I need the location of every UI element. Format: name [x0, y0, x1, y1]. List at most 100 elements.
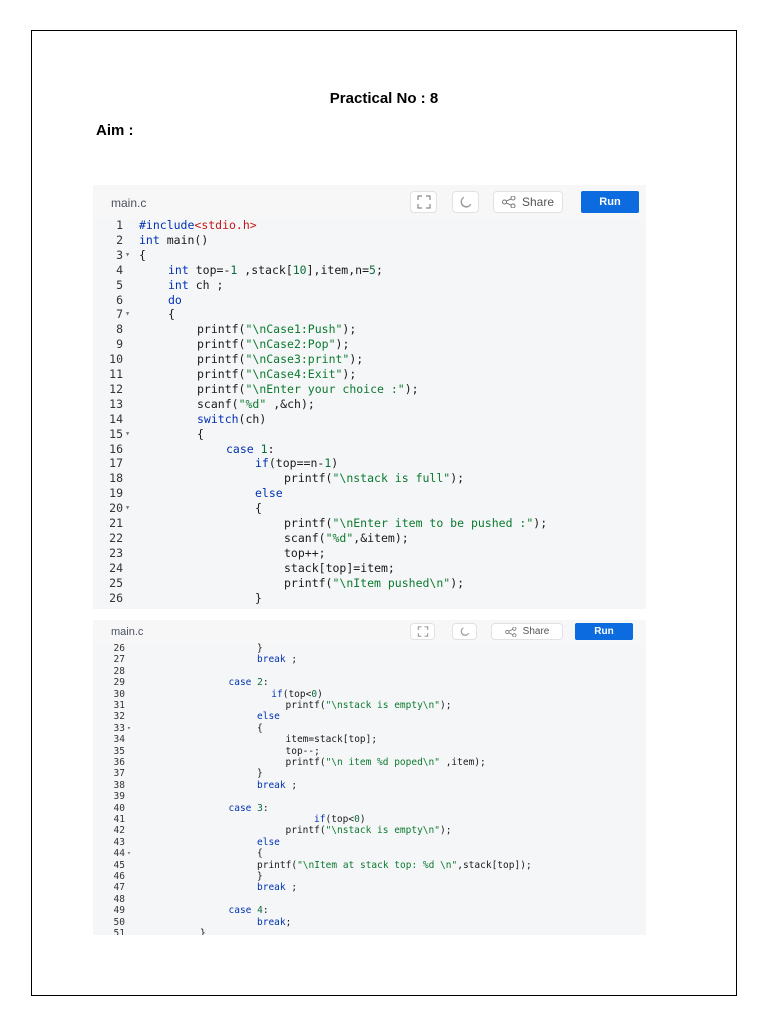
line-number: 29 — [113, 677, 125, 689]
line-number: 8 — [116, 322, 123, 337]
fold-toggle-icon[interactable]: ▾ — [125, 427, 130, 442]
line-number: 48 — [113, 893, 125, 905]
line-number: 35 — [113, 745, 125, 757]
line-number: 15 — [109, 426, 123, 441]
line-number: 39 — [113, 791, 125, 803]
fullscreen-button[interactable] — [410, 623, 435, 640]
code-line: 32 else — [93, 711, 646, 722]
line-number: 14 — [109, 411, 123, 426]
line-number: 20 — [109, 501, 123, 516]
code-text: } — [257, 768, 263, 780]
code-line: 40 case 3: — [93, 803, 646, 814]
code-line: 33 ▾ { — [93, 723, 646, 734]
code-line: 31 printf("\nstack is empty\n"); — [93, 700, 646, 711]
line-number: 49 — [113, 905, 125, 917]
page-title: Practical No : 8 — [329, 90, 439, 107]
line-number: 27 — [113, 654, 125, 666]
code-line: 28 — [93, 666, 646, 677]
code-text: item=stack[top]; — [285, 734, 378, 746]
code-line: 27 break ; — [93, 654, 646, 665]
line-number: 19 — [109, 486, 123, 501]
code-line: 15 ▾ { — [93, 427, 646, 442]
code-text: } — [257, 643, 263, 654]
code-line: 1 #include<stdio.h> — [93, 218, 646, 233]
file-tab[interactable]: main.c — [111, 626, 143, 638]
code-text: printf("\nstack is full"); — [284, 471, 465, 486]
line-number: 40 — [113, 802, 125, 814]
code-line: 7 ▾ { — [93, 307, 646, 322]
fold-toggle-icon[interactable]: ▾ — [125, 501, 130, 516]
line-number: 12 — [109, 381, 123, 396]
code-line: 18 printf("\nstack is full"); — [93, 471, 646, 486]
code-line: 37} — [93, 768, 646, 779]
code-line: 8 printf("\nCase1:Push"); — [93, 322, 646, 337]
code-line: 41 if(top<0) — [93, 814, 646, 825]
code-line: 26} — [93, 591, 646, 606]
code-text: { — [168, 307, 175, 322]
theme-toggle-button[interactable] — [452, 191, 479, 213]
code-line: 42 printf("\nstack is empty\n"); — [93, 825, 646, 836]
fold-toggle-icon[interactable]: ▾ — [127, 723, 131, 734]
line-number: 51 — [113, 928, 125, 935]
code-text: stack[top]=item; — [284, 560, 395, 575]
line-number: 43 — [113, 836, 125, 848]
code-text: { — [139, 247, 146, 262]
line-number: 30 — [113, 688, 125, 700]
line-number: 33 — [113, 722, 125, 734]
line-number: 34 — [113, 734, 125, 746]
line-number: 37 — [113, 768, 125, 780]
share-icon — [501, 196, 516, 208]
code-text: top--; — [285, 745, 320, 757]
line-number: 44 — [113, 848, 125, 860]
code-text: printf("\nstack is empty\n"); — [285, 825, 452, 837]
fold-toggle-icon[interactable]: ▾ — [127, 848, 131, 859]
fold-toggle-icon[interactable]: ▾ — [125, 248, 130, 263]
code-line: 14 switch(ch) — [93, 412, 646, 427]
code-line: 50 break; — [93, 917, 646, 928]
code-line: 16 case 1: — [93, 442, 646, 457]
line-number: 31 — [113, 700, 125, 711]
code-text: scanf("%d" ,&ch); — [197, 396, 315, 411]
run-button[interactable]: Run — [575, 623, 633, 640]
line-number: 18 — [109, 471, 123, 486]
code-text: else — [257, 836, 280, 848]
fullscreen-button[interactable] — [410, 191, 437, 213]
code-text: printf("\nstack is empty\n"); — [285, 700, 452, 711]
moon-icon — [460, 627, 469, 636]
file-tab[interactable]: main.c — [111, 196, 146, 210]
code-text: int top=-1 ,stack[10],item,n=5; — [168, 262, 383, 277]
code-line: 44 ▾ { — [93, 848, 646, 859]
code-line: 38 break ; — [93, 780, 646, 791]
share-button[interactable]: Share — [491, 623, 563, 640]
run-button[interactable]: Run — [581, 191, 639, 213]
code-text: printf("\nItem at stack top: %d \n",stac… — [257, 859, 532, 871]
code-line: 9 printf("\nCase2:Pop"); — [93, 337, 646, 352]
code-text: scanf("%d",&item); — [284, 530, 409, 545]
editor-toolbar: main.c Share Run — [93, 185, 646, 219]
code-line: 35 top--; — [93, 746, 646, 757]
line-number: 7 — [116, 307, 123, 322]
code-text: { — [257, 722, 263, 734]
line-number: 36 — [113, 757, 125, 768]
code-line: 12 printf("\nEnter your choice :"); — [93, 382, 646, 397]
code-text: printf("\nEnter your choice :"); — [197, 381, 419, 396]
share-button[interactable]: Share — [493, 191, 563, 213]
line-number: 22 — [109, 530, 123, 545]
code-text: break ; — [257, 779, 298, 791]
code-text: } — [257, 871, 263, 882]
code-line: 17 if(top==n-1) — [93, 456, 646, 471]
line-number: 23 — [109, 545, 123, 560]
fold-toggle-icon[interactable]: ▾ — [125, 307, 130, 322]
code-text: { — [257, 848, 263, 860]
theme-toggle-button[interactable] — [452, 623, 477, 640]
code-line: 39 — [93, 791, 646, 802]
code-text: do — [168, 292, 182, 307]
editor-toolbar: main.c Share Run — [93, 620, 646, 644]
code-text: break; — [257, 916, 292, 928]
code-text: int ch ; — [168, 277, 224, 292]
line-number: 9 — [116, 337, 123, 352]
line-number: 45 — [113, 859, 125, 871]
code-line: 29 case 2: — [93, 677, 646, 688]
line-number: 42 — [113, 825, 125, 837]
line-number: 46 — [113, 871, 125, 882]
